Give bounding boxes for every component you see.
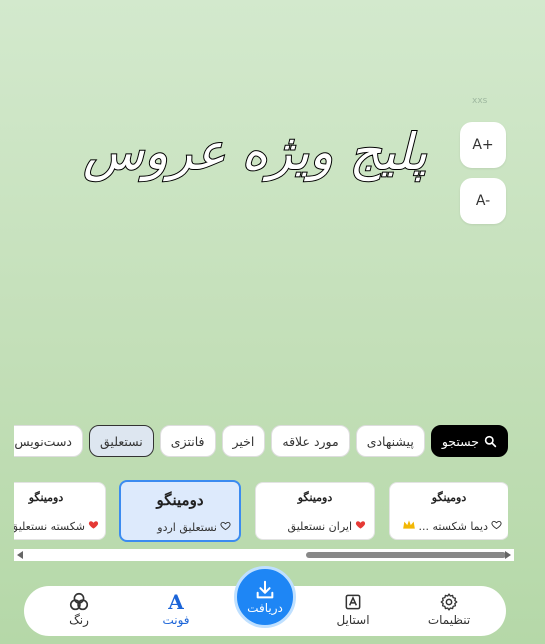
chip-recent[interactable]: اخیر	[221, 425, 266, 457]
font-list: دومینگو دیما شکسته ... دومینگو ایران نست…	[14, 480, 508, 542]
chip-nastaliq[interactable]: نستعلیق	[89, 425, 154, 457]
download-label: دریافت	[247, 601, 283, 615]
font-card[interactable]: دومینگو دیما شکسته ...	[389, 482, 508, 540]
nav-label: تنظیمات	[427, 613, 471, 627]
nav-label: فونت	[162, 613, 190, 627]
zoom-out-button[interactable]: A-	[460, 178, 506, 224]
chip-label: جستجو	[441, 433, 479, 449]
style-icon	[343, 591, 363, 613]
chip-search[interactable]: جستجو	[430, 425, 508, 457]
chip-favorites[interactable]: مورد علاقه	[271, 425, 350, 457]
scroll-right-arrow[interactable]	[505, 551, 511, 559]
font-preview: دومینگو	[431, 491, 467, 504]
gear-icon	[439, 591, 459, 613]
nav-style[interactable]: استایل	[318, 591, 388, 627]
nav-settings[interactable]: تنظیمات	[414, 591, 484, 627]
font-card-selected[interactable]: دومینگو نستعلیق اردو	[119, 480, 241, 542]
font-meta: شکسته نستعلیق	[14, 519, 99, 533]
font-meta: دیما شکسته ...	[390, 519, 502, 533]
font-icon: A	[168, 590, 184, 614]
preview-text[interactable]: پلیج ویژه عروس	[82, 92, 428, 212]
download-icon	[256, 580, 274, 599]
font-meta: ایران نستعلیق	[256, 519, 366, 533]
heart-outline-icon[interactable]	[491, 519, 502, 533]
nav-label: استایل	[336, 613, 370, 627]
font-label: نستعلیق اردو	[157, 520, 217, 534]
font-preview: دومینگو	[297, 491, 333, 504]
download-button[interactable]: دریافت	[234, 566, 296, 628]
heart-outline-icon[interactable]	[220, 520, 231, 534]
font-label: دیما شکسته ...	[418, 519, 488, 533]
chip-handwritten[interactable]: دست‌نویس	[14, 425, 83, 457]
chip-fantasy[interactable]: فانتزی	[159, 425, 216, 457]
size-label: xxs	[472, 96, 488, 106]
nav-label: رنگ	[69, 613, 89, 627]
zoom-in-button[interactable]: A+	[460, 122, 506, 168]
heart-filled-icon[interactable]	[355, 519, 366, 533]
crown-icon	[402, 519, 416, 533]
font-card[interactable]: دومینگو شکسته نستعلیق	[14, 482, 106, 540]
font-preview: دومینگو	[28, 491, 64, 504]
scroll-thumb[interactable]	[306, 552, 506, 558]
font-meta: نستعلیق اردو	[121, 520, 231, 534]
font-preview: دومینگو	[156, 491, 204, 509]
font-card[interactable]: دومینگو ایران نستعلیق	[255, 482, 375, 540]
category-chips: جستجو پیشنهادی مورد علاقه اخیر فانتزی نس…	[14, 425, 508, 457]
chip-suggested[interactable]: پیشنهادی	[355, 425, 425, 457]
nav-font[interactable]: A فونت	[141, 590, 211, 627]
heart-filled-icon[interactable]	[88, 519, 99, 533]
search-icon	[484, 435, 497, 447]
font-label: ایران نستعلیق	[287, 519, 352, 533]
nav-color[interactable]: رنگ	[44, 591, 114, 627]
font-label: شکسته نستعلیق	[14, 519, 85, 533]
scroll-left-arrow[interactable]	[17, 551, 23, 559]
horizontal-scrollbar[interactable]	[14, 549, 514, 561]
palette-icon	[68, 591, 90, 613]
